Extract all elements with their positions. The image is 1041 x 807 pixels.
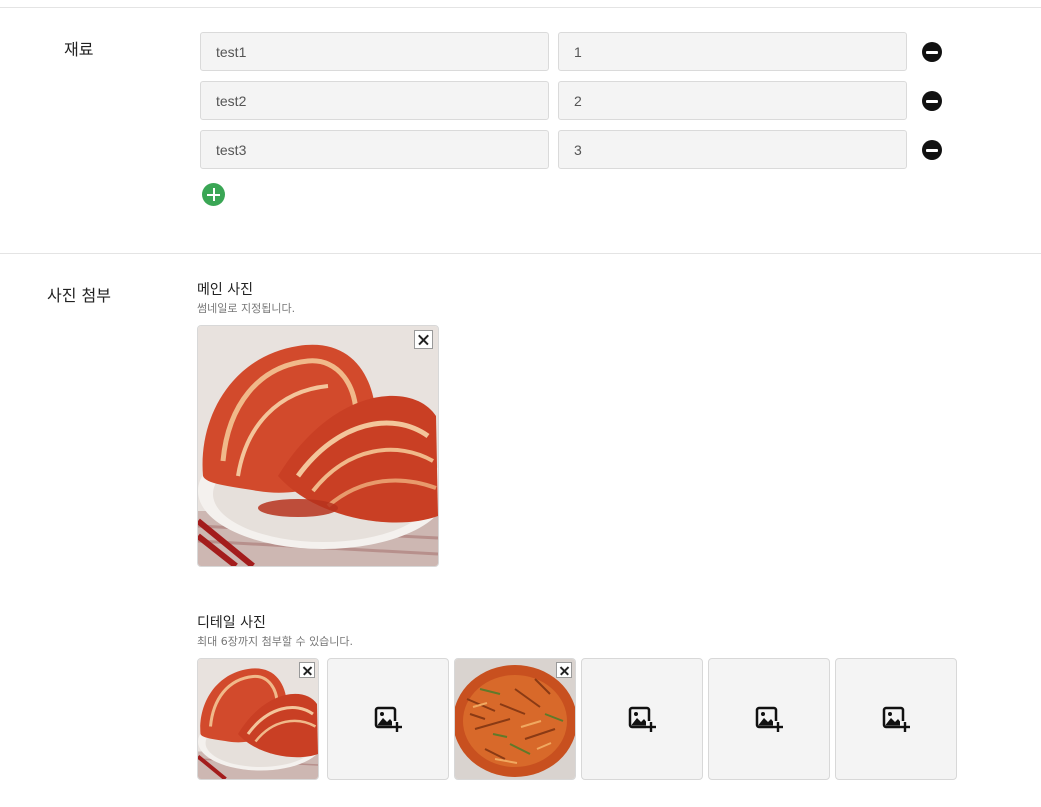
kimchi-photo (198, 326, 438, 566)
main-photo[interactable] (197, 325, 439, 567)
photos-label: 사진 첨부 (47, 286, 111, 305)
divider (0, 253, 1041, 254)
divider (0, 7, 1041, 8)
ingredient-name-input[interactable]: test1 (200, 32, 549, 71)
ingredient-amount-input[interactable]: 1 (558, 32, 907, 71)
recipe-form: 재료 test1 1 test2 2 test3 3 사진 첨부 메인 사진 썸… (0, 0, 1041, 807)
add-ingredient-icon[interactable] (202, 183, 225, 206)
close-icon[interactable] (556, 662, 572, 678)
detail-photo-slot-empty[interactable] (835, 658, 957, 780)
ingredient-name-input[interactable]: test2 (200, 81, 549, 120)
detail-photo-slot[interactable] (197, 658, 319, 780)
ingredient-name-input[interactable]: test3 (200, 130, 549, 169)
detail-photo-slot-empty[interactable] (327, 658, 449, 780)
add-photo-icon[interactable] (628, 705, 656, 733)
main-photo-title: 메인 사진 (197, 282, 253, 298)
ingredients-label: 재료 (64, 40, 94, 59)
close-icon[interactable] (414, 330, 433, 349)
detail-photo-slot[interactable] (454, 658, 576, 780)
remove-ingredient-icon[interactable] (922, 140, 942, 160)
ingredient-amount-input[interactable]: 2 (558, 81, 907, 120)
add-photo-icon[interactable] (882, 705, 910, 733)
ingredient-amount-input[interactable]: 3 (558, 130, 907, 169)
remove-ingredient-icon[interactable] (922, 42, 942, 62)
add-photo-icon[interactable] (374, 705, 402, 733)
close-icon[interactable] (299, 662, 315, 678)
detail-photo-title: 디테일 사진 (197, 615, 266, 631)
remove-ingredient-icon[interactable] (922, 91, 942, 111)
detail-photo-slot-empty[interactable] (581, 658, 703, 780)
main-photo-description: 썸네일로 지정됩니다. (197, 302, 296, 315)
detail-photo-description: 최대 6장까지 첨부할 수 있습니다. (197, 635, 354, 648)
detail-photo-slot-empty[interactable] (708, 658, 830, 780)
add-photo-icon[interactable] (755, 705, 783, 733)
